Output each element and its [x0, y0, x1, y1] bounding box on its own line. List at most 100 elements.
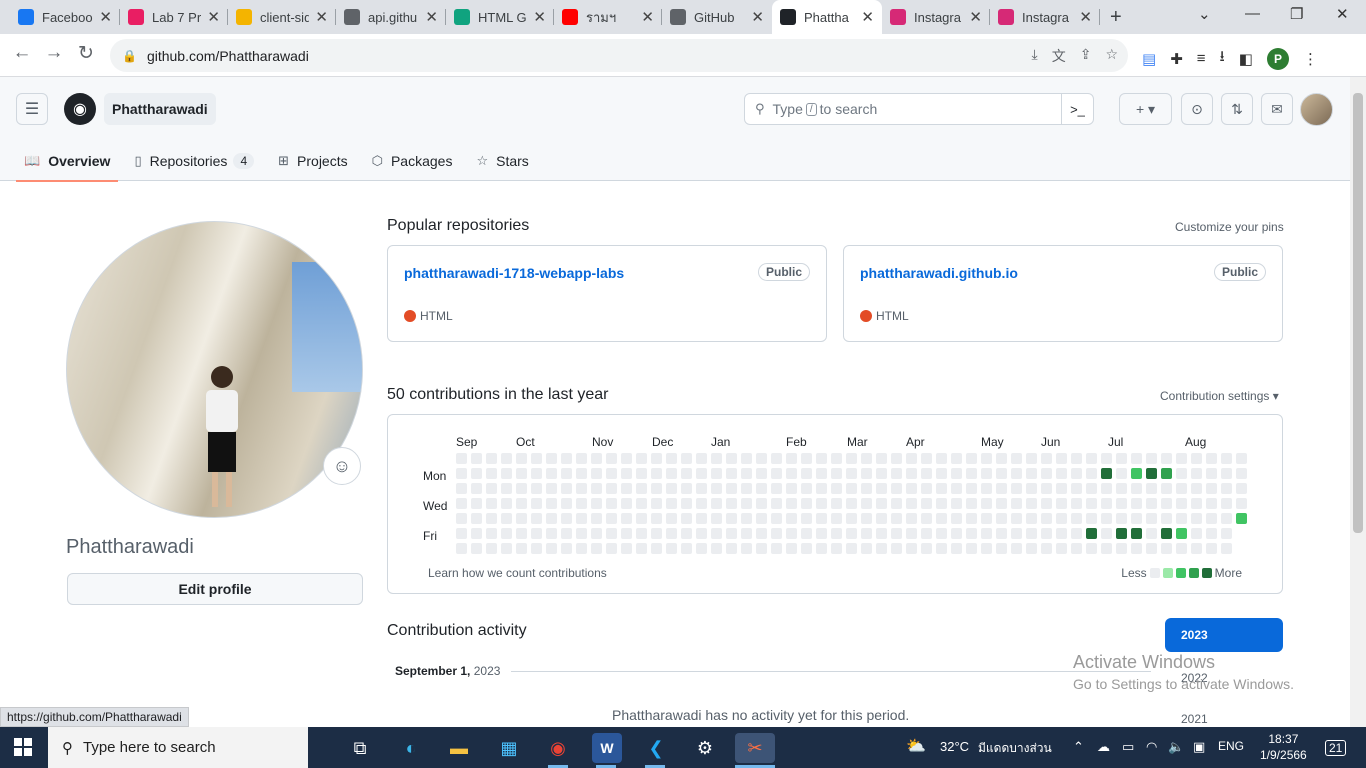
contribution-day-cell[interactable]	[891, 513, 902, 524]
contribution-day-cell[interactable]	[726, 483, 737, 494]
contribution-day-cell[interactable]	[726, 543, 737, 554]
contribution-day-cell[interactable]	[801, 513, 812, 524]
contribution-day-cell[interactable]	[846, 453, 857, 464]
contribution-day-cell[interactable]	[981, 498, 992, 509]
vscode-icon[interactable]: ❮	[641, 733, 671, 763]
contribution-day-cell[interactable]	[1191, 483, 1202, 494]
contribution-day-cell[interactable]	[696, 498, 707, 509]
back-icon[interactable]: ←	[8, 42, 36, 64]
contribution-day-cell[interactable]	[561, 543, 572, 554]
contribution-day-cell[interactable]	[1191, 513, 1202, 524]
contribution-day-cell[interactable]	[1176, 543, 1187, 554]
notification-center[interactable]: 21	[1325, 740, 1347, 756]
contribution-day-cell[interactable]	[906, 513, 917, 524]
contribution-day-cell[interactable]	[666, 513, 677, 524]
search-input[interactable]: ⚲ Type / to search >_	[744, 93, 1094, 125]
contribution-day-cell[interactable]	[546, 453, 557, 464]
contribution-day-cell[interactable]	[591, 513, 602, 524]
contribution-day-cell[interactable]	[1191, 543, 1202, 554]
contribution-day-cell[interactable]	[1071, 468, 1082, 479]
contribution-day-cell[interactable]	[591, 543, 602, 554]
contribution-day-cell[interactable]	[546, 513, 557, 524]
task-view-icon[interactable]: ⧉	[345, 733, 375, 763]
contribution-day-cell[interactable]	[1131, 543, 1142, 554]
contribution-day-cell[interactable]	[546, 468, 557, 479]
media-control-icon[interactable]: ≡	[1197, 50, 1206, 67]
contribution-day-cell[interactable]	[1221, 483, 1232, 494]
contribution-day-cell[interactable]	[921, 543, 932, 554]
contribution-day-cell[interactable]	[696, 483, 707, 494]
browser-menu-icon[interactable]: ⋮	[1303, 50, 1318, 68]
contribution-day-cell[interactable]	[1131, 498, 1142, 509]
contribution-day-cell[interactable]	[1056, 528, 1067, 539]
edge-icon[interactable]: ◐	[396, 733, 426, 763]
contribution-day-cell[interactable]	[1071, 483, 1082, 494]
contribution-day-cell[interactable]	[1056, 513, 1067, 524]
contribution-day-cell[interactable]	[1191, 498, 1202, 509]
contribution-day-cell[interactable]	[1221, 528, 1232, 539]
contribution-day-cell[interactable]	[996, 528, 1007, 539]
tab-stars[interactable]: ☆ Stars	[468, 141, 536, 181]
contribution-day-cell[interactable]	[591, 468, 602, 479]
contribution-day-cell[interactable]	[1011, 528, 1022, 539]
hamburger-menu-icon[interactable]: ☰	[16, 93, 48, 125]
browser-tab[interactable]: Phattha ✕	[772, 0, 882, 34]
contribution-day-cell[interactable]	[966, 483, 977, 494]
browser-tab[interactable]: HTML G ✕	[446, 0, 554, 34]
contribution-day-cell[interactable]	[981, 483, 992, 494]
address-bar[interactable]: 🔒 github.com/Phattharawadi ⤓ 文 ⇪ ☆	[110, 39, 1128, 72]
contribution-day-cell[interactable]	[531, 498, 542, 509]
contribution-day-cell[interactable]	[621, 483, 632, 494]
contribution-day-cell[interactable]	[996, 468, 1007, 479]
language-indicator[interactable]: ENG	[1218, 739, 1244, 753]
contribution-settings-dropdown[interactable]: Contribution settings ▾	[1160, 389, 1279, 403]
contribution-day-cell[interactable]	[1116, 483, 1127, 494]
restore-button[interactable]: ❐	[1290, 5, 1303, 23]
contribution-day-cell[interactable]	[546, 543, 557, 554]
weather-temp[interactable]: 32°C	[940, 739, 969, 754]
contribution-day-cell[interactable]	[951, 453, 962, 464]
contribution-day-cell[interactable]	[1071, 528, 1082, 539]
contribution-day-cell[interactable]	[1116, 528, 1127, 539]
contribution-day-cell[interactable]	[846, 483, 857, 494]
contribution-day-cell[interactable]	[696, 543, 707, 554]
contribution-day-cell[interactable]	[726, 468, 737, 479]
snip-tool-icon[interactable]: ✂	[735, 733, 775, 763]
contribution-day-cell[interactable]	[456, 453, 467, 464]
contribution-day-cell[interactable]	[756, 483, 767, 494]
contribution-day-cell[interactable]	[726, 453, 737, 464]
contribution-day-cell[interactable]	[1176, 513, 1187, 524]
contribution-day-cell[interactable]	[606, 528, 617, 539]
contribution-day-cell[interactable]	[1221, 498, 1232, 509]
contribution-day-cell[interactable]	[801, 528, 812, 539]
contribution-day-cell[interactable]	[891, 543, 902, 554]
contribution-day-cell[interactable]	[951, 468, 962, 479]
contribution-day-cell[interactable]	[456, 528, 467, 539]
contribution-day-cell[interactable]	[456, 468, 467, 479]
contribution-day-cell[interactable]	[546, 498, 557, 509]
contribution-day-cell[interactable]	[1041, 483, 1052, 494]
contribution-day-cell[interactable]	[666, 543, 677, 554]
contribution-day-cell[interactable]	[951, 528, 962, 539]
contribution-day-cell[interactable]	[1041, 468, 1052, 479]
contribution-day-cell[interactable]	[636, 453, 647, 464]
contribution-day-cell[interactable]	[936, 543, 947, 554]
contribution-day-cell[interactable]	[1086, 498, 1097, 509]
contribution-day-cell[interactable]	[1086, 513, 1097, 524]
contribution-day-cell[interactable]	[921, 483, 932, 494]
contribution-day-cell[interactable]	[861, 453, 872, 464]
settings-gear-icon[interactable]: ⚙	[690, 733, 720, 763]
contribution-day-cell[interactable]	[561, 513, 572, 524]
contribution-day-cell[interactable]	[471, 483, 482, 494]
contribution-day-cell[interactable]	[876, 513, 887, 524]
contribution-day-cell[interactable]	[516, 468, 527, 479]
contribution-day-cell[interactable]	[771, 453, 782, 464]
contribution-day-cell[interactable]	[651, 528, 662, 539]
contribution-day-cell[interactable]	[861, 543, 872, 554]
weather-icon[interactable]: ⛅	[906, 736, 926, 756]
contribution-day-cell[interactable]	[966, 543, 977, 554]
volume-icon[interactable]: 🔈	[1168, 739, 1184, 755]
contribution-day-cell[interactable]	[651, 453, 662, 464]
contribution-day-cell[interactable]	[846, 468, 857, 479]
forward-icon[interactable]: →	[40, 42, 68, 64]
